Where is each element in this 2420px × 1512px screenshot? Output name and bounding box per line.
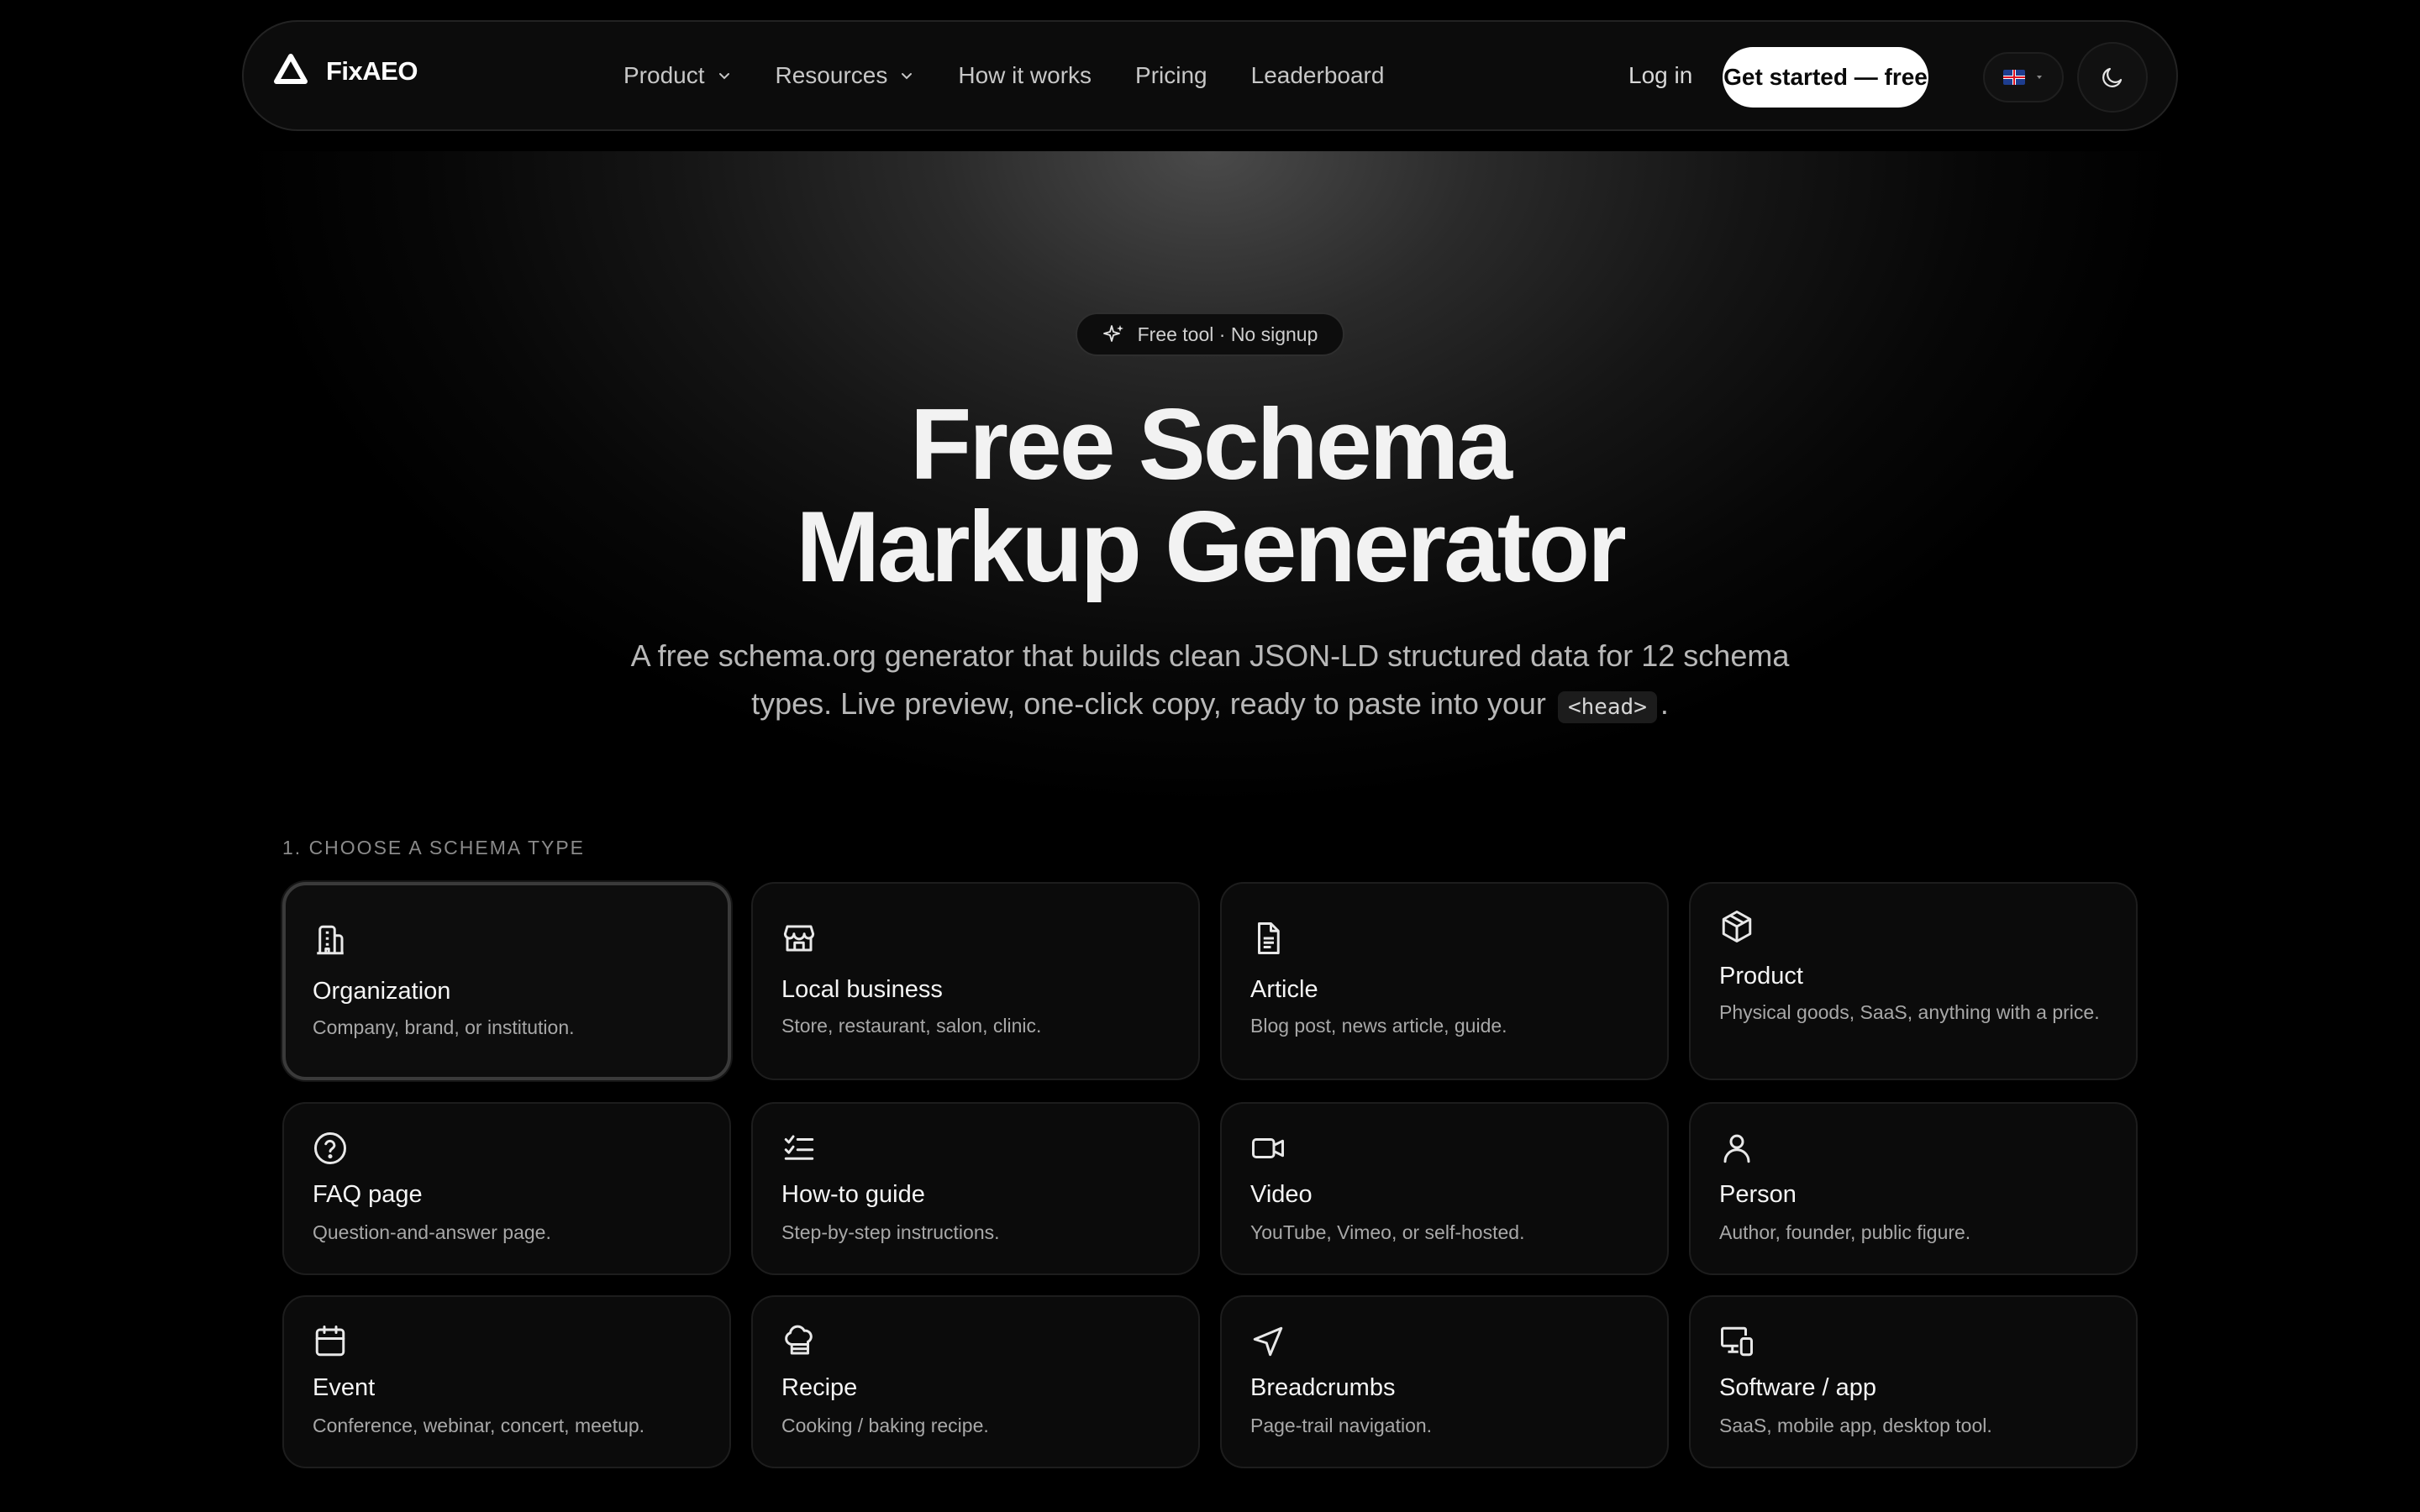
- card-title: Video: [1250, 1181, 1313, 1208]
- schema-card-product[interactable]: Product Physical goods, SaaS, anything w…: [1689, 882, 2138, 1080]
- card-description: Company, brand, or institution.: [313, 1016, 575, 1038]
- card-description: Author, founder, public figure.: [1719, 1221, 1971, 1243]
- schema-card-local-business[interactable]: Local business Store, restaurant, salon,…: [751, 882, 1200, 1080]
- card-description: Page-trail navigation.: [1250, 1415, 1433, 1436]
- schema-card-article[interactable]: Article Blog post, news article, guide.: [1220, 882, 1669, 1080]
- schema-card-how-to-guide[interactable]: How-to guide Step-by-step instructions.: [751, 1102, 1200, 1275]
- card-title: FAQ page: [313, 1181, 423, 1208]
- nav-item-how-it-works[interactable]: How it works: [958, 62, 1092, 89]
- card-description: Physical goods, SaaS, anything with a pr…: [1719, 1001, 2100, 1023]
- nav-item-pricing[interactable]: Pricing: [1135, 62, 1207, 89]
- chef-hat-icon: [781, 1324, 817, 1359]
- card-title: Article: [1250, 976, 1318, 1003]
- section-label: 1. CHOOSE A SCHEMA TYPE: [282, 837, 586, 858]
- sparkles-icon: [1102, 325, 1123, 342]
- title-line-1: Free Schema: [909, 388, 1512, 501]
- card-title: Recipe: [781, 1374, 858, 1401]
- store-icon: [781, 921, 817, 956]
- moon-icon: [2102, 67, 2123, 87]
- card-title: Local business: [781, 976, 943, 1003]
- video-icon: [1250, 1131, 1286, 1166]
- language-selector[interactable]: [1983, 52, 2064, 102]
- login-link[interactable]: Log in: [1628, 62, 1692, 89]
- caret-down-icon: [2037, 76, 2042, 79]
- main-nav: Product Resources How it works Pricing L…: [623, 62, 1428, 89]
- schema-card-event[interactable]: Event Conference, webinar, concert, meet…: [282, 1295, 731, 1468]
- schema-card-software-app[interactable]: Software / app SaaS, mobile app, desktop…: [1689, 1295, 2138, 1468]
- card-description: Blog post, news article, guide.: [1250, 1015, 1507, 1037]
- schema-card-recipe[interactable]: Recipe Cooking / baking recipe.: [751, 1295, 1200, 1468]
- checklist-icon: [781, 1131, 817, 1166]
- help-circle-icon: [313, 1131, 348, 1166]
- top-navbar: FixAEO Product Resources How it works Pr…: [242, 20, 2178, 131]
- card-description: YouTube, Vimeo, or self-hosted.: [1250, 1221, 1525, 1243]
- schema-card-video[interactable]: Video YouTube, Vimeo, or self-hosted.: [1220, 1102, 1669, 1275]
- subtitle-end: .: [1660, 686, 1669, 721]
- devices-icon: [1719, 1324, 1754, 1359]
- schema-card-person[interactable]: Person Author, founder, public figure.: [1689, 1102, 2138, 1275]
- card-title: Software / app: [1719, 1374, 1876, 1401]
- uk-flag-icon: [2003, 70, 2025, 85]
- page-title: Free Schema Markup Generator: [538, 393, 1882, 598]
- document-icon: [1250, 921, 1286, 956]
- brand-logo[interactable]: FixAEO: [274, 54, 418, 88]
- card-description: Store, restaurant, salon, clinic.: [781, 1015, 1042, 1037]
- chevron-down-icon: [902, 73, 913, 80]
- head-code-snippet: <head>: [1557, 691, 1657, 723]
- card-title: Organization: [313, 978, 451, 1005]
- card-description: Step-by-step instructions.: [781, 1221, 1000, 1243]
- theme-toggle-button[interactable]: [2077, 42, 2148, 113]
- nav-item-leaderboard[interactable]: Leaderboard: [1251, 62, 1385, 89]
- card-description: Question-and-answer page.: [313, 1221, 551, 1243]
- card-title: How-to guide: [781, 1181, 925, 1208]
- navigation-icon: [1250, 1324, 1286, 1359]
- schema-card-organization[interactable]: Organization Company, brand, or institut…: [282, 882, 731, 1080]
- schema-card-breadcrumbs[interactable]: Breadcrumbs Page-trail navigation.: [1220, 1295, 1669, 1468]
- brand-name: FixAEO: [326, 55, 418, 86]
- card-description: Cooking / baking recipe.: [781, 1415, 989, 1436]
- calendar-icon: [313, 1324, 348, 1359]
- logo-icon: [274, 54, 308, 88]
- card-title: Person: [1719, 1181, 1797, 1208]
- badge-text: Free tool · No signup: [1137, 323, 1318, 345]
- chevron-down-icon: [718, 73, 729, 80]
- card-title: Breadcrumbs: [1250, 1374, 1396, 1401]
- title-line-2: Markup Generator: [796, 491, 1627, 603]
- hero-badge: Free tool · No signup: [1076, 312, 1344, 356]
- hero-subtitle: A free schema.org generator that builds …: [622, 632, 1798, 732]
- nav-item-resources[interactable]: Resources: [776, 62, 915, 89]
- card-description: Conference, webinar, concert, meetup.: [313, 1415, 645, 1436]
- card-title: Product: [1719, 963, 1803, 990]
- user-icon: [1719, 1131, 1754, 1166]
- nav-item-label: Resources: [775, 62, 888, 88]
- nav-item-product[interactable]: Product: [623, 62, 732, 89]
- nav-item-label: Product: [623, 62, 705, 88]
- building-icon: [313, 922, 348, 958]
- card-title: Event: [313, 1374, 376, 1401]
- card-description: SaaS, mobile app, desktop tool.: [1719, 1415, 1992, 1436]
- package-icon: [1719, 909, 1754, 944]
- schema-card-faq-page[interactable]: FAQ page Question-and-answer page.: [282, 1102, 731, 1275]
- get-started-button[interactable]: Get started — free: [1723, 47, 1928, 108]
